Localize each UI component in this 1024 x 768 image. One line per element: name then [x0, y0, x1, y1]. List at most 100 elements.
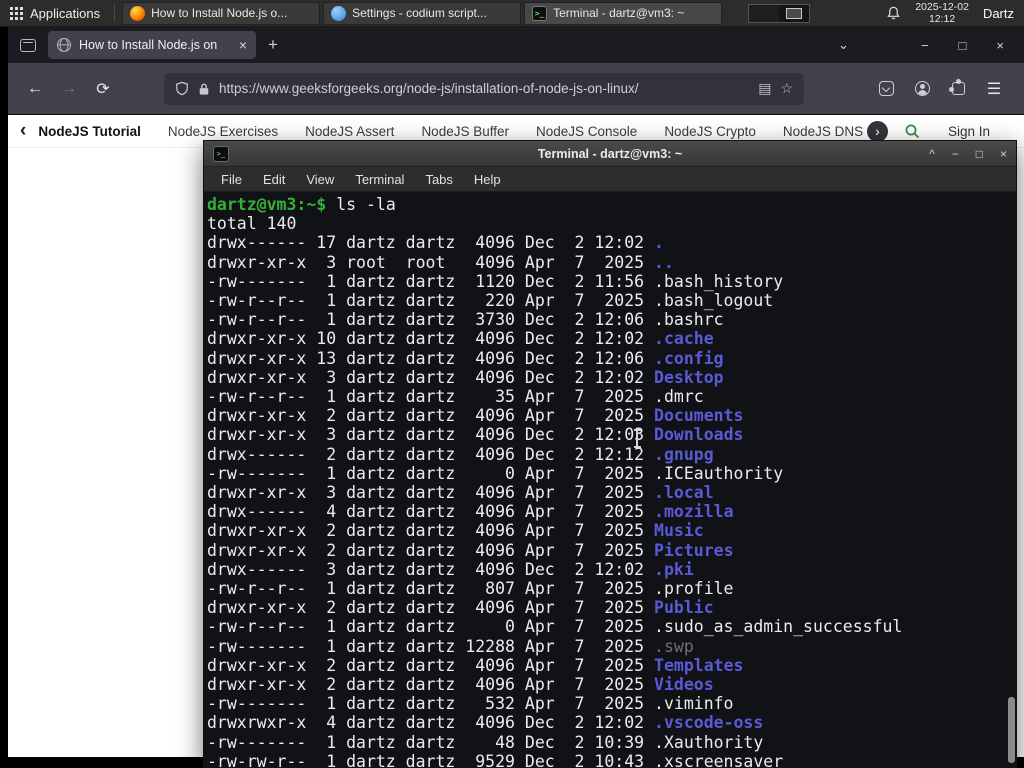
sign-in-button[interactable]: Sign In	[948, 124, 990, 139]
terminal-line: drwx------ 2 dartz dartz 4096 Dec 2 12:1…	[207, 444, 714, 464]
browser-tab-bar: How to Install Node.js on × + ⌄ − □ ×	[8, 27, 1024, 63]
terminal-line: drwxr-xr-x 3 dartz dartz 4096 Dec 2 12:0…	[207, 425, 744, 445]
terminal-line: dartz@vm3:~$ ls -la	[207, 195, 396, 214]
menu-terminal[interactable]: Terminal	[355, 172, 404, 187]
search-icon	[905, 124, 919, 138]
terminal-close-button[interactable]: ×	[1000, 147, 1007, 161]
terminal-icon	[532, 5, 548, 21]
notification-bell-icon[interactable]	[886, 6, 901, 21]
tab-close-icon[interactable]: ×	[239, 38, 247, 52]
terminal-line: drwxr-xr-x 10 dartz dartz 4096 Dec 2 12:…	[207, 329, 714, 349]
firefox-view-icon	[20, 38, 36, 52]
reload-button[interactable]: ⟳	[86, 73, 120, 105]
terminal-title: Terminal - dartz@vm3: ~	[537, 146, 683, 161]
pocket-icon	[878, 81, 894, 96]
menu-tabs[interactable]: Tabs	[425, 172, 452, 187]
app-menu-button[interactable]: ☰	[980, 73, 1008, 105]
panel-right-area: 2025-12-02 12:12 Dartz	[886, 1, 1024, 25]
workspace-switcher[interactable]	[748, 3, 811, 23]
url-text[interactable]: https://www.geeksforgeeks.org/node-js/in…	[219, 81, 749, 96]
terminal-menu-bar: File Edit View Terminal Tabs Help	[204, 167, 1016, 192]
terminal-maximize-button[interactable]: □	[976, 147, 983, 161]
menu-view[interactable]: View	[306, 172, 334, 187]
new-tab-button[interactable]: +	[268, 35, 278, 55]
terminal-line: -rw-r--r-- 1 dartz dartz 35 Apr 7 2025 .…	[207, 387, 704, 407]
terminal-title-bar[interactable]: Terminal - dartz@vm3: ~ ^ − □ ×	[204, 141, 1016, 167]
browser-minimize-button[interactable]: −	[921, 39, 929, 52]
terminal-shade-button[interactable]: ^	[929, 147, 935, 161]
extensions-button[interactable]	[944, 73, 972, 105]
top-panel: Applications How to Install Node.js o...…	[0, 0, 1024, 27]
panel-separator	[114, 4, 116, 22]
panel-clock[interactable]: 2025-12-02 12:12	[915, 1, 969, 25]
menu-help[interactable]: Help	[474, 172, 501, 187]
pocket-button[interactable]	[872, 73, 900, 105]
nav-items: NodeJS Tutorial NodeJS Exercises NodeJS …	[38, 124, 865, 139]
workspace-mini-window	[786, 7, 803, 19]
taskbar-item-label: Settings - codium script...	[352, 6, 487, 20]
mouse-ibeam-cursor	[633, 428, 641, 448]
taskbar-item-settings[interactable]: Settings - codium script...	[323, 1, 522, 25]
back-button[interactable]: ←	[18, 73, 52, 105]
terminal-line: drwxr-xr-x 2 dartz dartz 4096 Apr 7 2025…	[207, 655, 744, 675]
terminal-window-controls: ^ − □ ×	[929, 147, 1007, 161]
terminal-line: -rw------- 1 dartz dartz 12288 Apr 7 202…	[207, 636, 694, 656]
terminal-line: drwxr-xr-x 2 dartz dartz 4096 Apr 7 2025…	[207, 598, 714, 618]
nav-item-nodejs-exercises[interactable]: NodeJS Exercises	[168, 124, 278, 139]
terminal-output[interactable]: dartz@vm3:~$ ls -la total 140 drwx------ 1…	[204, 192, 1016, 767]
desktop: { "colors": { "gfg_green": "#2f8d46", "d…	[0, 0, 1024, 768]
menu-file[interactable]: File	[221, 172, 242, 187]
search-button[interactable]	[904, 123, 920, 139]
nav-item-nodejs-crypto[interactable]: NodeJS Crypto	[664, 124, 756, 139]
terminal-window: Terminal - dartz@vm3: ~ ^ − □ × File Edi…	[203, 140, 1017, 768]
firefox-view-button[interactable]	[14, 32, 42, 58]
browser-maximize-button[interactable]: □	[959, 39, 967, 52]
terminal-line: -rw-r--r-- 1 dartz dartz 3730 Dec 2 12:0…	[207, 310, 724, 330]
terminal-line: -rw------- 1 dartz dartz 0 Apr 7 2025 .I…	[207, 463, 784, 483]
taskbar-item-browser[interactable]: How to Install Node.js o...	[122, 1, 321, 25]
terminal-line: -rw-r--r-- 1 dartz dartz 0 Apr 7 2025 .s…	[207, 617, 903, 637]
workspace-1[interactable]	[749, 4, 780, 22]
terminal-line: drwx------ 4 dartz dartz 4096 Apr 7 2025…	[207, 502, 734, 522]
workspace-2[interactable]	[779, 4, 810, 22]
terminal-line: drwxr-xr-x 2 dartz dartz 4096 Apr 7 2025…	[207, 521, 704, 541]
nav-scroll-right-button[interactable]: ›	[866, 120, 888, 142]
terminal-line: total 140	[207, 214, 297, 234]
account-button[interactable]	[908, 73, 936, 105]
applications-menu-button[interactable]: Applications	[0, 0, 110, 26]
nav-item-nodejs-dns[interactable]: NodeJS DNS	[783, 124, 863, 139]
toolbar-right-icons: ☰	[872, 73, 1014, 105]
terminal-line: -rw------- 1 dartz dartz 532 Apr 7 2025 …	[207, 694, 734, 714]
tabbar-controls: ⌄ − □ ×	[838, 37, 1018, 53]
nav-item-nodejs-assert[interactable]: NodeJS Assert	[305, 124, 394, 139]
terminal-line: -rw-r--r-- 1 dartz dartz 220 Apr 7 2025 …	[207, 291, 774, 311]
url-bar[interactable]: https://www.geeksforgeeks.org/node-js/in…	[164, 72, 804, 105]
lock-icon[interactable]	[198, 82, 210, 96]
terminal-scrollbar-thumb[interactable]	[1008, 697, 1015, 763]
nav-item-nodejs-tutorial[interactable]: NodeJS Tutorial	[38, 124, 141, 139]
user-menu[interactable]: Dartz	[983, 6, 1014, 21]
clock-time: 12:12	[928, 13, 956, 25]
terminal-line: drwxr-xr-x 3 dartz dartz 4096 Apr 7 2025…	[207, 483, 714, 503]
nav-item-nodejs-console[interactable]: NodeJS Console	[536, 124, 637, 139]
terminal-minimize-button[interactable]: −	[952, 147, 959, 161]
browser-close-button[interactable]: ×	[996, 39, 1004, 52]
reader-mode-icon[interactable]: ▤	[758, 80, 771, 97]
forward-button[interactable]: →	[52, 73, 86, 105]
taskbar-item-terminal[interactable]: Terminal - dartz@vm3: ~	[524, 1, 723, 25]
terminal-line: drwxr-xr-x 13 dartz dartz 4096 Dec 2 12:…	[207, 348, 724, 368]
tracking-shield-icon[interactable]	[175, 81, 189, 96]
terminal-line: -rw-rw-r-- 1 dartz dartz 9529 Dec 2 10:4…	[207, 751, 784, 767]
bookmark-star-icon[interactable]: ☆	[780, 80, 793, 97]
browser-tab[interactable]: How to Install Node.js on ×	[48, 31, 256, 59]
menu-edit[interactable]: Edit	[263, 172, 285, 187]
terminal-line: -rw------- 1 dartz dartz 48 Dec 2 10:39 …	[207, 732, 764, 752]
terminal-line: -rw-r--r-- 1 dartz dartz 807 Apr 7 2025 …	[207, 579, 734, 599]
account-icon	[914, 81, 930, 96]
nav-scroll-left-icon[interactable]: ‹	[20, 120, 26, 142]
nav-item-nodejs-buffer[interactable]: NodeJS Buffer	[421, 124, 509, 139]
clock-date: 2025-12-02	[915, 1, 969, 13]
list-all-tabs-icon[interactable]: ⌄	[838, 37, 849, 53]
firefox-icon	[130, 5, 146, 21]
applications-grid-icon	[10, 6, 23, 20]
